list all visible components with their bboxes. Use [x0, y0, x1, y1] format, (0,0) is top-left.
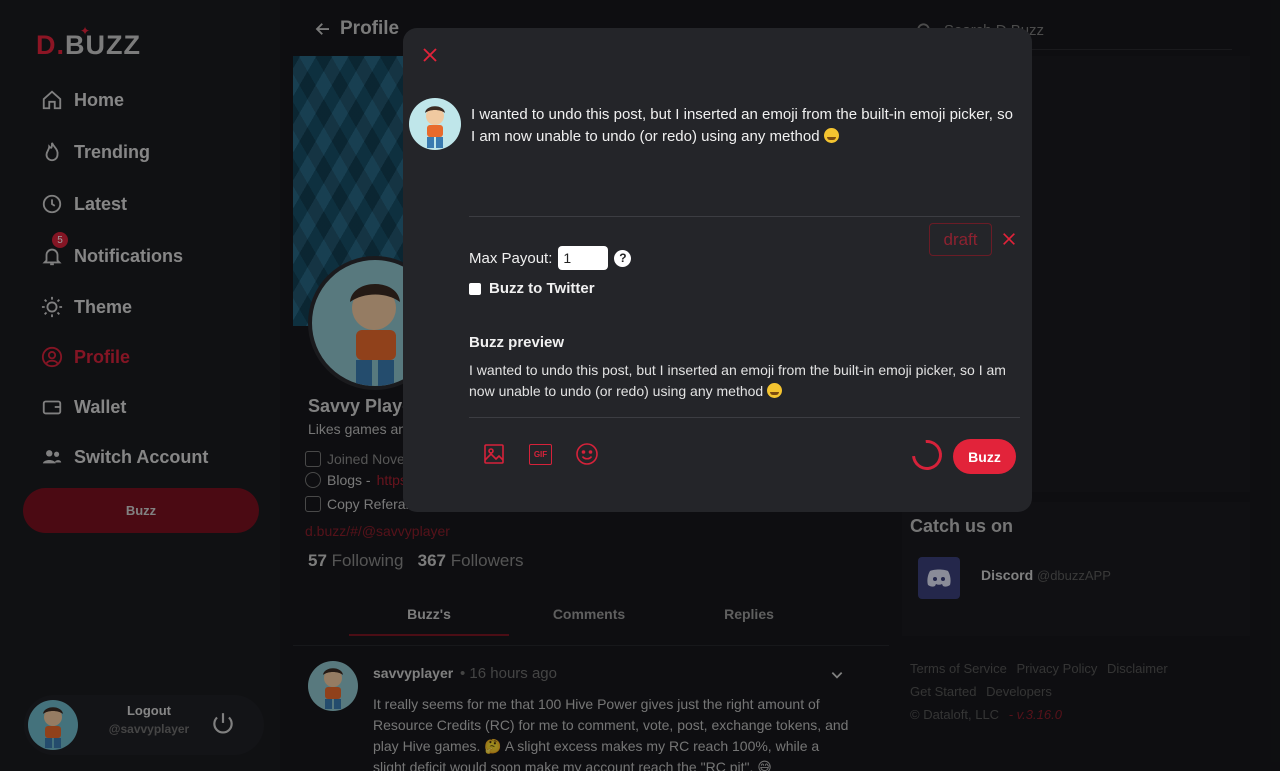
crying-emoji-icon — [823, 128, 839, 143]
crying-emoji-icon — [767, 383, 783, 398]
preview-text: I wanted to undo this post, but I insert… — [469, 360, 1024, 402]
twitter-checkbox[interactable] — [469, 282, 481, 295]
preview-body: I wanted to undo this post, but I insert… — [469, 362, 1006, 399]
gif-label: GIF — [533, 450, 548, 459]
compose-modal: I wanted to undo this post, but I insert… — [403, 28, 1032, 512]
avatar — [409, 98, 461, 150]
gif-icon[interactable]: GIF — [529, 444, 552, 465]
max-payout-row: Max Payout: ? — [469, 246, 632, 270]
max-payout-input[interactable] — [558, 246, 609, 270]
clear-draft-icon[interactable] — [1001, 231, 1017, 247]
compose-text: I wanted to undo this post, but I insert… — [471, 106, 1013, 145]
preview-title: Buzz preview — [469, 334, 565, 351]
loading-spinner — [905, 433, 949, 477]
compose-textarea[interactable]: I wanted to undo this post, but I insert… — [471, 104, 1016, 148]
help-icon[interactable]: ? — [614, 249, 632, 267]
divider — [469, 216, 1020, 217]
divider — [469, 417, 1020, 418]
twitter-label: Buzz to Twitter — [489, 280, 595, 297]
submit-buzz-button[interactable]: Buzz — [953, 439, 1016, 474]
draft-button[interactable]: draft — [929, 223, 992, 256]
close-icon[interactable] — [421, 46, 439, 64]
buzz-to-twitter-row[interactable]: Buzz to Twitter — [469, 280, 595, 297]
max-payout-label: Max Payout: — [469, 249, 553, 267]
image-icon[interactable] — [482, 442, 506, 466]
emoji-icon[interactable] — [575, 442, 599, 466]
